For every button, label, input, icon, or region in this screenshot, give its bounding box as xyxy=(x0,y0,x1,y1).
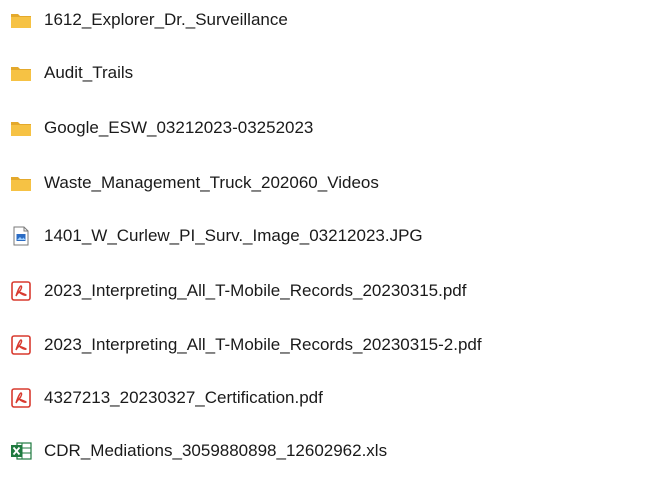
file-row-pdf[interactable]: 4327213_20230327_Certification.pdf xyxy=(0,378,647,418)
file-name: 1612_Explorer_Dr._Surveillance xyxy=(44,10,288,29)
file-name: Google_ESW_03212023-03252023 xyxy=(44,118,314,137)
image-file-icon xyxy=(13,226,29,246)
file-name: 1401_W_Curlew_PI_Surv._Image_03212023.JP… xyxy=(44,226,423,245)
file-name: Waste_Management_Truck_202060_Videos xyxy=(44,173,379,192)
file-row-folder[interactable]: Audit_Trails xyxy=(0,53,647,93)
folder-icon xyxy=(11,122,31,136)
excel-file-icon xyxy=(11,442,32,460)
file-row-folder[interactable]: Google_ESW_03212023-03252023 xyxy=(0,108,647,148)
pdf-file-icon xyxy=(11,335,31,355)
file-row-image[interactable]: 1401_W_Curlew_PI_Surv._Image_03212023.JP… xyxy=(0,216,647,256)
pdf-file-icon xyxy=(11,281,31,301)
file-list: 1612_Explorer_Dr._Surveillance Audit_Tra… xyxy=(0,0,647,484)
file-row-pdf[interactable]: 2023_Interpreting_All_T-Mobile_Records_2… xyxy=(0,271,647,311)
file-name: CDR_Mediations_3059880898_12602962.xls xyxy=(44,441,388,460)
file-name: 2023_Interpreting_All_T-Mobile_Records_2… xyxy=(44,335,482,354)
folder-icon xyxy=(11,14,31,28)
pdf-file-icon xyxy=(11,388,31,408)
file-row-spreadsheet[interactable]: CDR_Mediations_3059880898_12602962.xls xyxy=(0,431,647,471)
folder-icon xyxy=(11,67,31,81)
folder-icon xyxy=(11,177,31,191)
file-name: 4327213_20230327_Certification.pdf xyxy=(44,388,323,407)
file-name: 2023_Interpreting_All_T-Mobile_Records_2… xyxy=(44,281,467,300)
file-row-folder[interactable]: Waste_Management_Truck_202060_Videos xyxy=(0,163,647,203)
file-name: Audit_Trails xyxy=(44,63,134,82)
file-row-pdf[interactable]: 2023_Interpreting_All_T-Mobile_Records_2… xyxy=(0,325,647,365)
file-row-folder[interactable]: 1612_Explorer_Dr._Surveillance xyxy=(0,0,647,40)
